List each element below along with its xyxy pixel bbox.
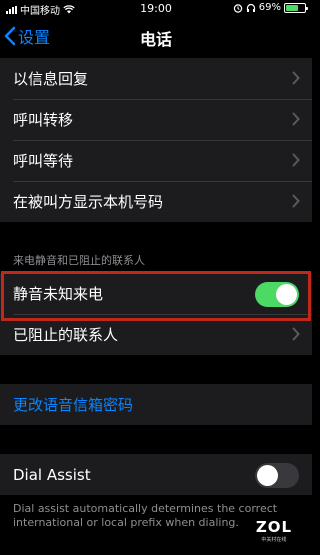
row-label: 呼叫转移 — [13, 111, 74, 129]
battery-level — [286, 4, 299, 11]
alarm-icon — [233, 3, 242, 13]
status-right: 69% — [233, 2, 308, 13]
section-header: 来电静音和已阻止的联系人 — [13, 254, 145, 267]
chevron-right-icon — [292, 194, 300, 208]
chevron-right-icon — [292, 112, 300, 126]
voicemail-group: 更改语音信箱密码 — [0, 384, 312, 425]
row-respond-with-text[interactable]: 以信息回复 — [0, 58, 312, 99]
battery-icon — [284, 2, 308, 13]
row-label: 呼叫等待 — [13, 152, 74, 170]
row-label: 更改语音信箱密码 — [13, 396, 134, 414]
row-call-forwarding[interactable]: 呼叫转移 — [0, 99, 312, 140]
change-voicemail-password-link[interactable]: 更改语音信箱密码 — [0, 384, 312, 425]
dial-assist-toggle[interactable] — [255, 463, 299, 488]
status-bar: 中国移动 19:00 69% — [0, 0, 312, 17]
headphones-icon — [246, 3, 255, 12]
navigation-bar: 设置 电话 — [0, 16, 312, 56]
row-label: 在被叫方显示本机号码 — [13, 193, 164, 211]
row-call-waiting[interactable]: 呼叫等待 — [0, 140, 312, 181]
row-show-caller-id[interactable]: 在被叫方显示本机号码 — [0, 181, 312, 222]
chevron-right-icon — [292, 153, 300, 167]
page-title: 电话 — [139, 30, 172, 49]
watermark-logo: ZOL — [255, 518, 292, 536]
row-label: 以信息回复 — [13, 70, 89, 88]
highlight-box — [1, 271, 311, 321]
row-label: 已阻止的联系人 — [13, 326, 119, 344]
zol-watermark: ZOL 中关村在线 — [256, 518, 292, 543]
chevron-right-icon — [292, 71, 300, 85]
dial-assist-group: Dial Assist — [0, 454, 312, 495]
watermark-subtitle: 中关村在线 — [261, 537, 287, 543]
row-label: Dial Assist — [13, 465, 91, 484]
row-dial-assist[interactable]: Dial Assist — [0, 454, 312, 495]
chevron-right-icon — [292, 327, 300, 341]
call-options-group: 以信息回复 呼叫转移 呼叫等待 在被叫方显示本机号码 — [0, 58, 312, 222]
battery-percent: 69% — [258, 2, 281, 13]
